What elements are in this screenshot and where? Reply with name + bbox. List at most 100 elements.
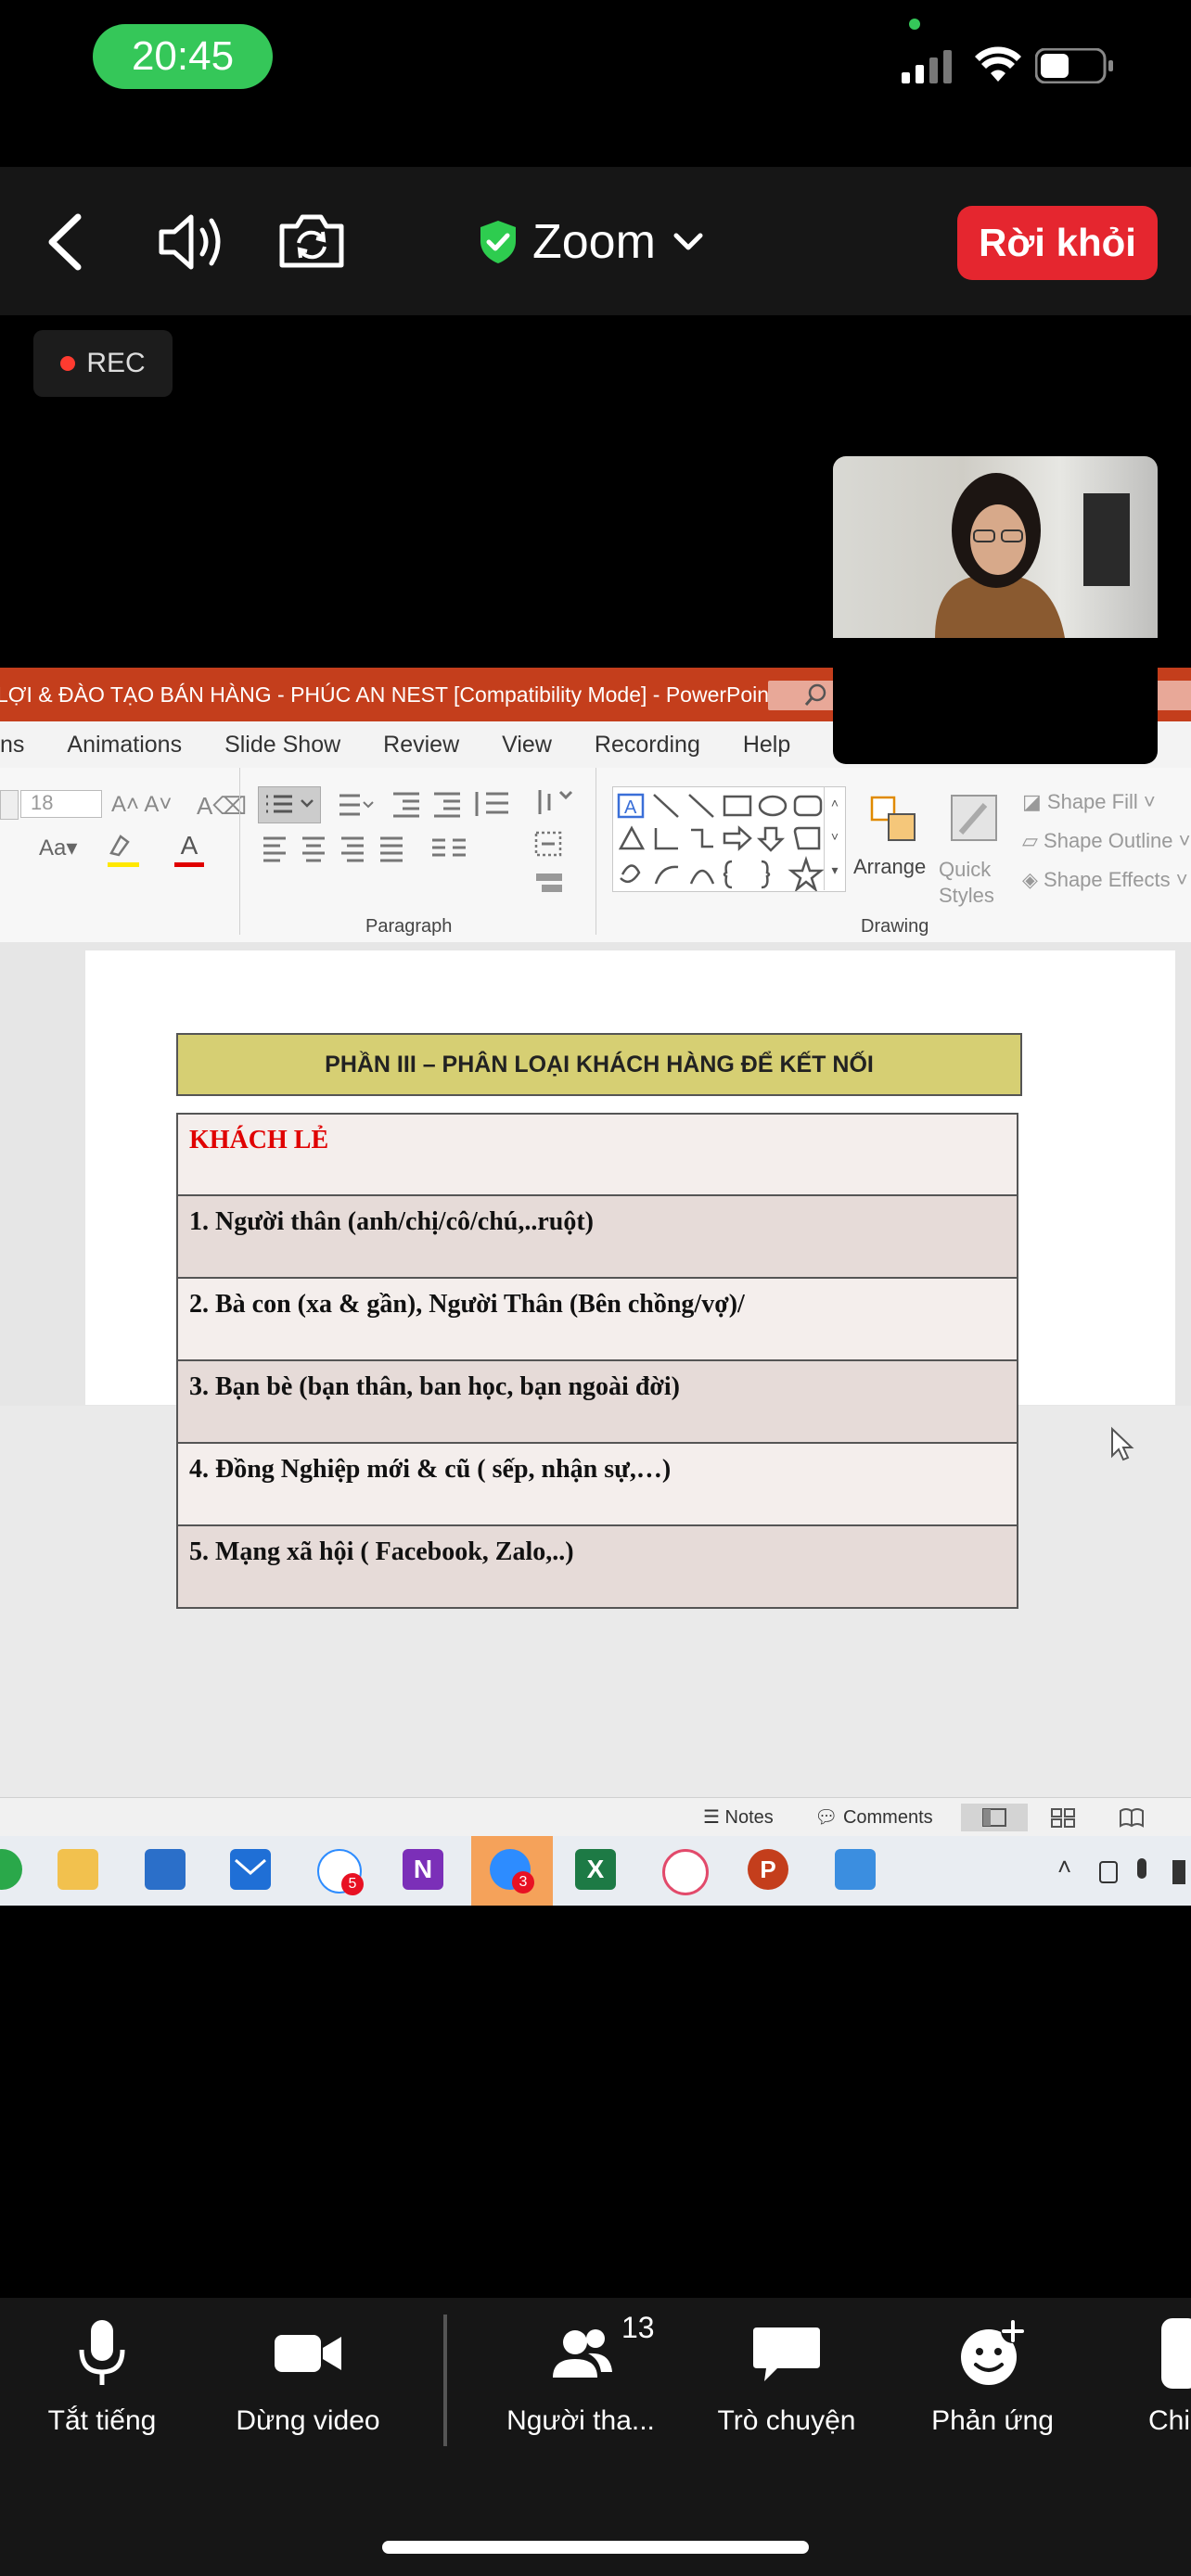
speaker-icon[interactable] <box>156 211 226 273</box>
reactions-label: Phản ứng <box>931 2405 1054 2436</box>
font-name-box[interactable] <box>0 790 19 820</box>
participants-icon <box>553 2329 612 2378</box>
columns-icon[interactable] <box>429 835 484 862</box>
shape-fill-label: Shape Fill <box>1046 790 1138 813</box>
reactions-button[interactable]: Phản ứng <box>890 2318 1095 2439</box>
numbering-icon[interactable] <box>328 790 375 820</box>
chrome-icon[interactable] <box>0 1849 22 1890</box>
align-text-icon[interactable] <box>532 829 575 861</box>
ppt-window-title: LỢI & ĐÀO TẠO BÁN HÀNG - PHÚC AN NEST [C… <box>0 682 775 707</box>
table-header: PHẦN III – PHÂN LOẠI KHÁCH HÀNG ĐỂ KẾT N… <box>176 1033 1022 1096</box>
menu-tab-recording[interactable]: Recording <box>595 732 700 759</box>
row-text: 1. Người thân (anh/chị/cô/chú,..ruột) <box>189 1207 595 1236</box>
row-text: 4. Đồng Nghiệp mới & cũ ( sếp, nhận sự,…… <box>189 1455 672 1484</box>
photos-icon[interactable] <box>835 1849 876 1890</box>
reading-view-icon[interactable] <box>1119 1807 1145 1828</box>
menu-tab-help[interactable]: Help <box>743 732 790 759</box>
shared-screen: LỢI & ĐÀO TẠO BÁN HÀNG - PHÚC AN NEST [C… <box>0 668 1191 1906</box>
smartart-icon[interactable] <box>532 868 575 898</box>
change-case-icon[interactable]: Aa▾ <box>39 835 77 861</box>
chat-bubble-icon <box>753 2327 820 2381</box>
shapes-icons: A <box>617 793 825 893</box>
self-video-tile[interactable] <box>833 456 1158 764</box>
home-indicator[interactable] <box>382 2541 809 2554</box>
zoom-badge: 3 <box>512 1871 534 1894</box>
onenote-icon[interactable]: N <box>403 1849 443 1890</box>
slide-table: PHẦN III – PHÂN LOẠI KHÁCH HÀNG ĐỂ KẾT N… <box>176 1033 1022 1609</box>
notes-label: Notes <box>724 1807 774 1828</box>
decrease-indent-icon[interactable] <box>390 790 423 820</box>
leave-button[interactable]: Rời khỏi <box>957 206 1158 280</box>
participant-person-icon <box>935 473 1130 638</box>
system-tray-icons[interactable] <box>1098 1856 1191 1888</box>
menu-tab-slide-show[interactable]: Slide Show <box>224 732 340 759</box>
font-grow-icon[interactable]: A˄ A˅ <box>111 792 172 818</box>
stop-video-button[interactable]: Dừng video <box>206 2318 410 2439</box>
record-dot-icon <box>60 356 76 371</box>
font-size-box[interactable]: 18 <box>20 790 102 818</box>
drawing-group-label: Drawing <box>861 916 929 937</box>
chevron-down-icon <box>673 233 703 250</box>
store-icon[interactable] <box>145 1849 186 1890</box>
menu-tab-animations[interactable]: Animations <box>67 732 182 759</box>
notes-button[interactable]: ☰ Notes <box>703 1805 774 1829</box>
excel-icon[interactable]: X <box>575 1849 616 1890</box>
comments-button[interactable]: 💬︎ Comments <box>814 1805 933 1829</box>
increase-indent-icon[interactable] <box>430 790 464 820</box>
quick-styles-label[interactable]: Quick Styles <box>939 857 1022 909</box>
shape-effects-button[interactable]: ◈ Shape Effects ˅ <box>1022 868 1188 892</box>
meeting-title: Zoom <box>532 215 656 269</box>
shape-fill-button[interactable]: ◪ Shape Fill ˅ <box>1022 790 1156 814</box>
zalo-badge: 5 <box>341 1873 364 1895</box>
file-explorer-icon[interactable] <box>58 1849 98 1890</box>
menu-tab-view[interactable]: View <box>502 732 552 759</box>
menu-tab-partial[interactable]: ns <box>0 732 24 759</box>
paragraph-align-icons[interactable] <box>260 835 445 862</box>
line-spacing-icon[interactable] <box>471 790 521 820</box>
wifi-icon <box>975 46 1021 82</box>
chat-button[interactable]: Trò chuyện <box>685 2318 889 2439</box>
more-label: Chi <box>1148 2405 1191 2436</box>
menu-tab-review[interactable]: Review <box>383 732 459 759</box>
powerpoint-icon[interactable]: P <box>748 1849 788 1890</box>
zalo-icon[interactable]: 5 <box>317 1849 364 1895</box>
arrange-label[interactable]: Arrange <box>853 855 926 879</box>
font-color-icon[interactable]: A <box>174 831 204 867</box>
ppt-ribbon: 18 A˄ A˅ A⌫ Aa▾ A Paragraph A ˄ ˅ ▾ Arra… <box>0 768 1191 943</box>
normal-view-icon <box>982 1808 1006 1827</box>
switch-camera-icon[interactable] <box>276 210 347 271</box>
recording-badge[interactable]: REC <box>33 330 173 397</box>
bullets-button[interactable] <box>258 786 321 823</box>
meeting-title-button[interactable]: Zoom <box>477 210 704 274</box>
shield-check-icon <box>480 221 516 263</box>
back-chevron-icon[interactable] <box>43 211 89 273</box>
slide-sorter-icon[interactable] <box>1050 1807 1076 1828</box>
shapes-gallery[interactable]: A <box>612 786 846 893</box>
participant-video <box>833 456 1158 638</box>
search-icon <box>804 683 826 706</box>
snipping-tool-icon[interactable] <box>662 1849 709 1895</box>
shape-outline-button[interactable]: ▱ Shape Outline ˅ <box>1022 829 1190 853</box>
video-camera-icon <box>275 2335 341 2372</box>
mail-icon[interactable] <box>230 1849 271 1890</box>
table-row: 2. Bà con (xa & gần), Người Thân (Bên ch… <box>176 1279 1018 1361</box>
zoom-app-icon[interactable]: 3 <box>490 1849 534 1894</box>
table-row: 5. Mạng xã hội ( Facebook, Zalo,..) <box>176 1526 1018 1609</box>
tray-expand-icon[interactable]: ˄ <box>1057 1853 1071 1881</box>
leave-label: Rời khỏi <box>979 221 1136 264</box>
gallery-scroll[interactable]: ˄ ˅ ▾ <box>824 786 845 890</box>
more-button[interactable]: Chi <box>1148 2318 1191 2439</box>
quick-styles-icon[interactable] <box>948 792 1000 848</box>
chat-label: Trò chuyện <box>717 2405 856 2436</box>
mouse-cursor-icon <box>1111 1426 1134 1461</box>
mute-label: Tắt tiếng <box>47 2405 157 2436</box>
table-row: 3. Bạn bè (bạn thân, ban học, bạn ngoài … <box>176 1361 1018 1444</box>
highlight-icon[interactable] <box>108 831 139 867</box>
participants-count: 13 <box>621 2311 655 2344</box>
bottom-bar-divider <box>443 2315 447 2446</box>
arrange-icon[interactable] <box>868 794 920 846</box>
mute-button[interactable]: Tắt tiếng <box>0 2318 204 2439</box>
text-direction-icon[interactable] <box>532 786 575 820</box>
row-text: KHÁCH LẺ <box>189 1126 329 1154</box>
font-size-value: 18 <box>31 791 54 814</box>
